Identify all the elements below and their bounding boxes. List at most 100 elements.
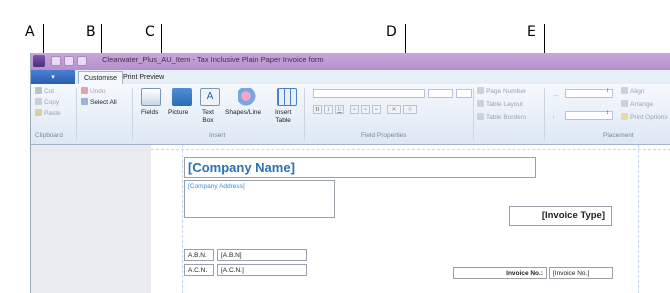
- callout-b: B: [86, 24, 96, 40]
- grid-line: [182, 145, 183, 293]
- ribbon-tab-row: ▾ Customise Print Preview: [31, 70, 670, 85]
- callout-d: D: [386, 24, 397, 40]
- application-window: Clearwater_Plus_AU_Item - Tax Inclusive …: [30, 53, 670, 293]
- font-name-combo[interactable]: [313, 89, 425, 98]
- align-label: Align: [630, 88, 645, 95]
- clear-format-icon[interactable]: ✕: [387, 105, 401, 114]
- tab-customise[interactable]: Customise: [78, 71, 124, 85]
- arrange-icon: [621, 100, 628, 107]
- font-size-combo[interactable]: [428, 89, 453, 98]
- invoice-no-field[interactable]: [Invoice No.]: [549, 267, 613, 279]
- horizontal-position-spin-icon[interactable]: ↕: [606, 88, 609, 94]
- insert-group-label: Insert: [209, 132, 226, 139]
- print-options-button[interactable]: Print Options: [621, 113, 668, 121]
- select-all-label: Select All: [90, 99, 117, 106]
- table-layout-label: Table Layout: [486, 101, 523, 108]
- callout-c: C: [145, 24, 155, 40]
- fill-color-icon[interactable]: ◊: [403, 105, 417, 114]
- insert-table-label-line2: Table: [275, 117, 291, 124]
- align-right-icon[interactable]: ≡: [372, 105, 381, 114]
- quick-access-undo-icon[interactable]: [64, 56, 74, 66]
- shapes-line-button[interactable]: Shapes/Line: [225, 109, 261, 116]
- undo-button[interactable]: Undo: [81, 87, 106, 95]
- print-options-label: Print Options: [630, 114, 668, 121]
- table-layout-button[interactable]: Table Layout: [477, 100, 523, 108]
- acn-field[interactable]: [A.C.N.]: [217, 264, 307, 276]
- cut-label: Cut: [44, 88, 55, 95]
- picture-button[interactable]: Picture: [168, 109, 188, 116]
- italic-button[interactable]: I: [324, 105, 333, 114]
- text-box-icon: A: [200, 88, 220, 106]
- ribbon-separator: [132, 88, 133, 140]
- text-box-label-line1: Text: [202, 109, 214, 116]
- insert-table-button[interactable]: Insert Table: [275, 109, 291, 125]
- vertical-position-spin-icon[interactable]: ↕: [606, 110, 609, 116]
- insert-table-icon: [277, 88, 297, 106]
- app-icon[interactable]: [33, 55, 45, 67]
- quick-access-save-icon[interactable]: [51, 56, 61, 66]
- horizontal-position-icon: →: [552, 92, 559, 99]
- ribbon-separator: [304, 88, 305, 140]
- align-center-icon[interactable]: ≡: [361, 105, 370, 114]
- copy-icon: [35, 98, 42, 105]
- ribbon-separator: [76, 88, 77, 140]
- file-menu-button[interactable]: ▾: [31, 70, 75, 84]
- fields-button[interactable]: Fields: [141, 109, 158, 116]
- cut-button[interactable]: Cut: [35, 87, 54, 95]
- fields-icon: [141, 88, 161, 106]
- select-all-button[interactable]: Select All: [81, 98, 117, 106]
- design-canvas[interactable]: [Company Name] [Company Address] [Invoic…: [31, 145, 670, 293]
- dropdown-arrow-icon: ▾: [51, 73, 55, 81]
- abn-label[interactable]: A.B.N.: [184, 249, 214, 261]
- field-properties-group-label: Field Properties: [361, 132, 407, 139]
- undo-label: Undo: [90, 88, 106, 95]
- text-box-label-line2: Box: [202, 117, 214, 124]
- align-icon: [621, 87, 628, 94]
- paste-label: Paste: [44, 110, 61, 117]
- copy-button[interactable]: Copy: [35, 98, 59, 106]
- text-box-button[interactable]: Text Box: [202, 109, 214, 125]
- align-button[interactable]: Align: [621, 87, 644, 95]
- table-borders-icon: [477, 113, 484, 120]
- placement-group-label: Placement: [603, 132, 634, 139]
- page-number-label: Page Number: [486, 88, 527, 95]
- acn-label[interactable]: A.C.N.: [184, 264, 214, 276]
- select-all-icon: [81, 98, 88, 105]
- paste-button[interactable]: Paste: [35, 109, 61, 117]
- callout-e: E: [527, 24, 536, 40]
- ribbon: Cut Copy Paste Clipboard Undo Select All…: [31, 84, 670, 145]
- company-address-field[interactable]: [Company Address]: [184, 180, 335, 218]
- form-page[interactable]: [Company Name] [Company Address] [Invoic…: [151, 145, 670, 293]
- table-borders-button[interactable]: Table Borders: [477, 113, 526, 121]
- table-borders-label: Table Borders: [486, 114, 527, 121]
- quick-access-redo-icon[interactable]: [77, 56, 87, 66]
- grid-line: [151, 149, 670, 150]
- invoice-no-label[interactable]: Invoice No.:: [453, 267, 547, 279]
- grid-line: [638, 145, 639, 293]
- tab-print-preview[interactable]: Print Preview: [118, 71, 169, 84]
- abn-field[interactable]: [A.B.N]: [217, 249, 307, 261]
- company-name-field[interactable]: [Company Name]: [184, 157, 536, 178]
- underline-button[interactable]: U: [335, 105, 344, 114]
- title-bar: Clearwater_Plus_AU_Item - Tax Inclusive …: [31, 53, 670, 70]
- ribbon-separator: [473, 88, 474, 140]
- cut-icon: [35, 87, 42, 94]
- arrange-label: Arrange: [630, 101, 654, 108]
- bold-button[interactable]: B: [313, 105, 322, 114]
- invoice-type-field[interactable]: [Invoice Type]: [509, 206, 612, 226]
- paste-icon: [35, 109, 42, 116]
- picture-icon: [172, 88, 192, 106]
- page-number-button[interactable]: Page Number: [477, 87, 526, 95]
- clipboard-group-label: Clipboard: [35, 132, 63, 139]
- vertical-position-icon: ↓: [552, 113, 556, 120]
- arrange-button[interactable]: Arrange: [621, 100, 653, 108]
- callout-a: A: [25, 24, 35, 40]
- shapes-line-icon: [238, 88, 258, 106]
- print-options-icon: [621, 113, 628, 120]
- align-left-icon[interactable]: ≡: [350, 105, 359, 114]
- copy-label: Copy: [44, 99, 60, 106]
- font-color-combo[interactable]: [456, 89, 472, 98]
- page-number-icon: [477, 87, 484, 94]
- window-title: Clearwater_Plus_AU_Item - Tax Inclusive …: [102, 55, 324, 64]
- table-layout-icon: [477, 100, 484, 107]
